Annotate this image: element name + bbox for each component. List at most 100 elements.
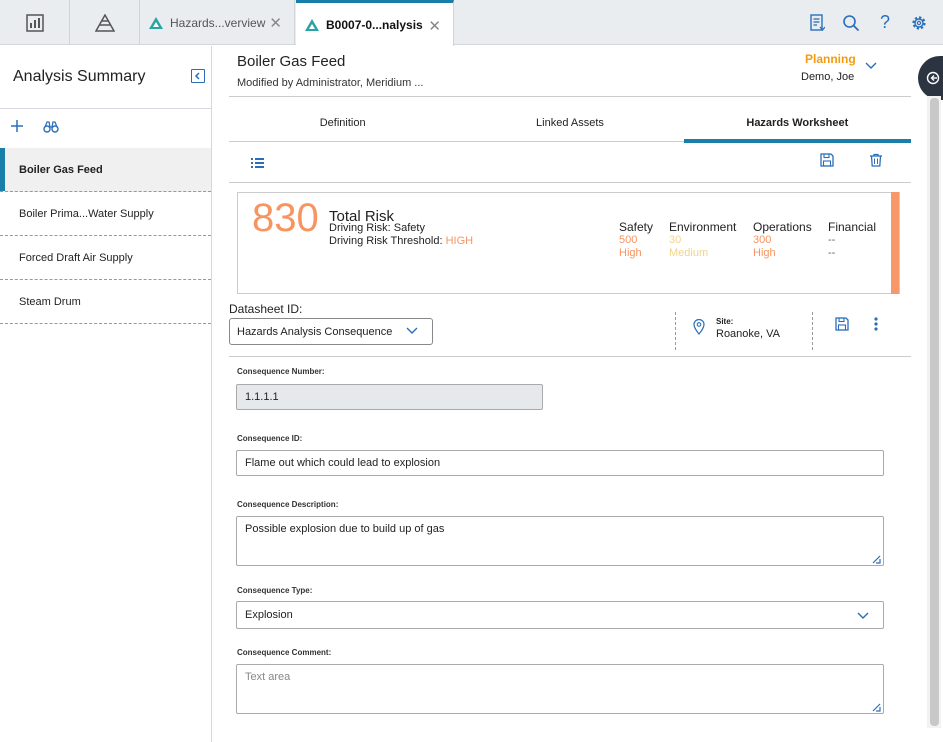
resize-handle-icon[interactable] (872, 555, 881, 564)
analysis-summary-panel: Analysis Summary Boiler Gas Feed Boiler … (0, 46, 212, 742)
datasheet-select[interactable]: Hazards Analysis Consequence (229, 318, 433, 345)
category-name: Operations (753, 220, 812, 234)
pyramid-icon (94, 13, 115, 32)
panel-title: Analysis Summary (13, 68, 146, 85)
save-button[interactable] (820, 153, 834, 170)
tab-label: Linked Assets (536, 116, 604, 129)
search-icon (843, 14, 860, 31)
side-panel-toggle[interactable] (918, 56, 943, 100)
field-value: Possible explosion due to build up of ga… (245, 523, 445, 535)
tab-label: Hazards Worksheet (746, 116, 849, 129)
category-name: Environment (669, 220, 737, 234)
consequence-id-field[interactable]: Flame out which could lead to explosion (236, 450, 884, 476)
consequence-comment-label: Consequence Comment: (237, 648, 332, 657)
analysis-list: Boiler Gas Feed Boiler Prima...Water Sup… (0, 148, 211, 324)
dashboard-button[interactable] (0, 0, 70, 45)
state-label[interactable]: Planning (805, 52, 856, 66)
gear-icon (912, 15, 926, 30)
driving-risk-threshold: Driving Risk Threshold: HIGH (329, 235, 473, 247)
datasheet-select-value: Hazards Analysis Consequence (237, 325, 393, 338)
settings-button[interactable] (902, 14, 936, 32)
list-item[interactable]: Boiler Prima...Water Supply (0, 192, 211, 236)
add-button[interactable] (10, 119, 24, 136)
scrollbar-thumb[interactable] (930, 98, 939, 726)
help-icon[interactable]: ? (868, 12, 902, 33)
field-value: 1.1.1.1 (245, 391, 279, 403)
tab-linked-assets[interactable]: Linked Assets (456, 104, 683, 141)
location-pin-icon (693, 319, 705, 335)
chevron-down-icon (406, 327, 418, 334)
category-level: High (753, 247, 776, 259)
consequence-description-label: Consequence Description: (237, 500, 339, 509)
binoculars-icon (43, 121, 59, 133)
page-subtitle: Modified by Administrator, Meridium ... (237, 77, 424, 89)
category-name: Financial (828, 220, 877, 234)
top-actions: ? (800, 0, 936, 45)
consequence-comment-field[interactable]: Text area (236, 664, 884, 714)
site-value: Roanoke, VA (716, 328, 781, 340)
list-view-button[interactable] (251, 157, 264, 171)
panel-actions (0, 109, 211, 149)
list-item[interactable]: Steam Drum (0, 280, 211, 324)
list-item[interactable]: Forced Draft Air Supply (0, 236, 211, 280)
risk-level-bar (891, 192, 899, 294)
list-icon (251, 158, 264, 168)
tab-analysis[interactable]: B0007-0...nalysis ✕ (296, 0, 454, 46)
consequence-number-field: 1.1.1.1 (236, 384, 543, 410)
list-item-label: Forced Draft Air Supply (19, 251, 133, 264)
risk-category-environment: Environment 30 Medium (669, 220, 736, 260)
more-options-button[interactable] (874, 317, 878, 334)
category-level: Medium (669, 247, 709, 259)
trash-icon (870, 153, 882, 167)
find-button[interactable] (43, 121, 59, 136)
resize-handle-icon[interactable] (872, 703, 881, 712)
consequence-type-label: Consequence Type: (237, 586, 313, 595)
page-title: Boiler Gas Feed (237, 53, 346, 70)
top-tab-bar: Hazards...verview ✕ B0007-0...nalysis ✕ … (0, 0, 943, 46)
chevron-down-icon (865, 62, 877, 69)
risk-summary-card: 830 Total Risk Driving Risk: Safety Driv… (237, 192, 900, 294)
category-value: 30 (669, 234, 682, 246)
tab-label: B0007-0...nalysis (326, 17, 423, 32)
close-icon[interactable]: ✕ (269, 14, 282, 32)
category-level: -- (828, 247, 836, 259)
close-icon[interactable]: ✕ (428, 17, 441, 35)
save-icon (835, 317, 849, 331)
hazards-icon (149, 16, 163, 29)
list-item-label: Boiler Prima...Water Supply (19, 207, 154, 220)
search-button[interactable] (834, 14, 868, 32)
category-value: -- (828, 234, 836, 246)
divider (675, 312, 676, 350)
delete-button[interactable] (869, 153, 883, 170)
save-datasheet-button[interactable] (835, 317, 849, 334)
worksheet-toolbar (229, 143, 911, 183)
list-item-label: Boiler Gas Feed (19, 163, 103, 176)
document-list-icon (810, 13, 825, 31)
list-item-label: Steam Drum (19, 295, 81, 308)
consequence-id-label: Consequence ID: (237, 434, 303, 443)
record-tabs: Definition Linked Assets Hazards Workshe… (229, 104, 912, 143)
divider (229, 356, 911, 357)
list-item[interactable]: Boiler Gas Feed (0, 148, 211, 192)
consequence-description-field[interactable]: Possible explosion due to build up of ga… (236, 516, 884, 566)
tab-hazards-overview[interactable]: Hazards...verview ✕ (140, 0, 295, 45)
tab-hazards-worksheet[interactable]: Hazards Worksheet (683, 104, 912, 143)
category-value: 300 (753, 234, 772, 246)
threshold-label: Driving Risk Threshold: (329, 235, 446, 247)
consequence-type-select[interactable]: Explosion (236, 601, 884, 629)
consequence-number-label: Consequence Number: (237, 367, 325, 376)
notes-button[interactable] (800, 13, 834, 32)
site-label: Site: (716, 317, 734, 326)
divider (229, 96, 911, 97)
category-value: 500 (619, 234, 638, 246)
hazards-home-button[interactable] (70, 0, 140, 45)
hazards-icon (305, 18, 319, 31)
tab-definition[interactable]: Definition (229, 104, 456, 141)
main-content: Boiler Gas Feed Modified by Administrato… (213, 46, 943, 742)
state-menu-button[interactable] (864, 60, 878, 74)
dashboard-icon (25, 13, 44, 32)
tab-label: Definition (319, 116, 366, 129)
collapse-panel-button[interactable] (191, 69, 205, 83)
state-owner: Demo, Joe (801, 71, 855, 83)
kebab-menu-icon (874, 317, 878, 331)
